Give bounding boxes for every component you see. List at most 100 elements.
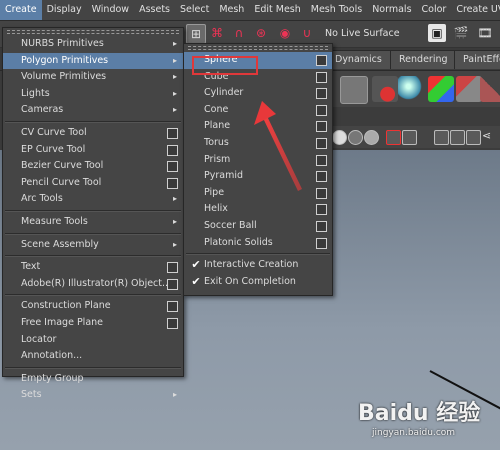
make-live-icon[interactable]: ∪ [298, 24, 316, 42]
menu-item-construction-plane[interactable]: Construction Plane [3, 298, 183, 315]
menu-mesh[interactable]: Mesh [214, 0, 249, 20]
spot-light-icon[interactable] [372, 76, 398, 102]
menu-item-nurbs-primitives[interactable]: NURBS Primitives ▸ [3, 36, 183, 53]
menu-item-empty-group[interactable]: Empty Group [3, 371, 183, 388]
option-box-icon[interactable] [167, 127, 178, 139]
menu-item-free-image-plane[interactable]: Free Image Plane [3, 315, 183, 332]
tearoff-bar[interactable] [7, 30, 179, 34]
paint-brush-icon[interactable] [456, 76, 482, 102]
shelf-tool-icon[interactable] [340, 76, 368, 104]
xray-icon[interactable] [402, 130, 417, 145]
tab-dynamics[interactable]: Dynamics [326, 50, 391, 69]
menu-item-cv-curve-tool[interactable]: CV Curve Tool [3, 125, 183, 142]
render-frame-icon[interactable]: 🎬 [452, 24, 470, 42]
menu-item-soccer-ball[interactable]: Soccer Ball [184, 218, 332, 235]
menu-item-label: Exit On Completion [204, 275, 296, 287]
menu-display[interactable]: Display [42, 0, 87, 20]
option-box-icon[interactable] [316, 71, 327, 83]
menu-create[interactable]: Create [0, 0, 42, 20]
submenu-arrow-icon: ▸ [172, 216, 177, 226]
ipr-render-icon[interactable]: 🎞 [476, 24, 494, 42]
menu-item-exit-on-completion[interactable]: ✔ Exit On Completion [184, 274, 332, 291]
paint-tool-icon[interactable] [480, 76, 500, 102]
tab-painteffects[interactable]: PaintEffe [454, 50, 500, 69]
menu-window[interactable]: Window [87, 0, 134, 20]
menu-item-label: Annotation... [21, 350, 83, 362]
menu-item-label: Scene Assembly [21, 238, 99, 250]
frame-all-icon[interactable] [434, 130, 449, 145]
menu-item-arc-tools[interactable]: Arc Tools ▸ [3, 191, 183, 208]
menu-item-ep-curve-tool[interactable]: EP Curve Tool [3, 142, 183, 159]
menu-item-label: Cameras [21, 104, 64, 116]
menu-item-locator[interactable]: Locator [3, 332, 183, 349]
option-box-icon[interactable] [167, 278, 178, 290]
option-box-icon[interactable] [316, 121, 327, 133]
watermark-url: jingyan.baidu.com [372, 428, 456, 438]
grid-icon[interactable] [450, 130, 465, 145]
menu-item-lights[interactable]: Lights ▸ [3, 86, 183, 103]
menu-edit-mesh[interactable]: Edit Mesh [249, 0, 305, 20]
menu-item-text[interactable]: Text [3, 259, 183, 276]
menu-item-volume-primitives[interactable]: Volume Primitives ▸ [3, 69, 183, 86]
option-box-icon[interactable] [316, 220, 327, 232]
option-box-icon[interactable] [316, 237, 327, 249]
menu-item-label: Pipe [204, 186, 225, 198]
snap-to-curve-icon[interactable]: ∩ [230, 24, 248, 42]
select-by-object-icon[interactable]: ⊞ [186, 24, 206, 44]
option-box-icon[interactable] [316, 171, 327, 183]
menu-item-polygon-primitives[interactable]: Polygon Primitives ▸ [3, 52, 183, 70]
option-box-icon[interactable] [316, 104, 327, 116]
option-box-icon[interactable] [167, 262, 178, 274]
option-box-icon[interactable] [167, 301, 178, 313]
menu-item-scene-assembly[interactable]: Scene Assembly ▸ [3, 237, 183, 254]
menu-item-label: Helix [204, 203, 228, 215]
option-box-icon[interactable] [316, 204, 327, 216]
option-box-icon[interactable] [167, 161, 178, 173]
menu-create-uvs[interactable]: Create UVs [451, 0, 500, 20]
menu-item-platonic-solids[interactable]: Platonic Solids [184, 235, 332, 252]
option-box-icon[interactable] [316, 137, 327, 149]
option-box-icon[interactable] [316, 88, 327, 100]
menu-item-cameras[interactable]: Cameras ▸ [3, 102, 183, 119]
menu-normals[interactable]: Normals [367, 0, 416, 20]
render-view-icon[interactable]: ▣ [428, 24, 446, 42]
option-box-icon[interactable] [167, 177, 178, 189]
snap-to-grid-icon[interactable]: ⌘ [208, 24, 226, 42]
option-box-icon[interactable] [167, 144, 178, 156]
shaded-display-icon[interactable] [348, 130, 363, 145]
sphere-display-icon[interactable] [332, 130, 347, 145]
tab-rendering[interactable]: Rendering [390, 50, 457, 69]
share-icon[interactable]: ⋖ [482, 130, 495, 143]
snap-to-point-icon[interactable]: ⊛ [252, 24, 270, 42]
color-cube-icon[interactable] [428, 76, 454, 102]
hud-icon[interactable] [466, 130, 481, 145]
menu-item-pencil-curve-tool[interactable]: Pencil Curve Tool [3, 175, 183, 192]
menu-item-label: NURBS Primitives [21, 38, 104, 49]
menu-item-interactive-creation[interactable]: ✔ Interactive Creation [184, 257, 332, 274]
menu-item-bezier-curve-tool[interactable]: Bezier Curve Tool [3, 158, 183, 175]
menu-item-annotation[interactable]: Annotation... [3, 348, 183, 365]
menu-mesh-tools[interactable]: Mesh Tools [306, 0, 367, 20]
isolate-select-icon[interactable] [386, 130, 401, 145]
option-box-icon[interactable] [316, 55, 327, 66]
option-box-icon[interactable] [316, 187, 327, 199]
menu-item-sets[interactable]: Sets ▸ [3, 387, 183, 404]
lighting-icon[interactable] [364, 130, 379, 145]
menu-color[interactable]: Color [417, 0, 452, 20]
menu-select[interactable]: Select [175, 0, 214, 20]
menu-assets[interactable]: Assets [134, 0, 175, 20]
live-surface-field[interactable]: No Live Surface [322, 26, 403, 41]
submenu-arrow-icon: ▸ [172, 72, 177, 82]
option-box-icon[interactable] [316, 154, 327, 166]
menu-item-label: Volume Primitives [21, 71, 107, 83]
menu-item-label: Sets [21, 389, 42, 401]
snap-to-view-plane-icon[interactable]: ◉ [276, 24, 294, 42]
submenu-arrow-icon: ▸ [172, 239, 177, 249]
menu-item-adobe-r-illustrator-r-object[interactable]: Adobe(R) Illustrator(R) Object... [3, 276, 183, 293]
menu-item-label: Platonic Solids [204, 236, 273, 248]
menu-item-measure-tools[interactable]: Measure Tools ▸ [3, 214, 183, 231]
option-box-icon[interactable] [167, 317, 178, 329]
tearoff-bar[interactable] [188, 46, 328, 50]
menu-item-helix[interactable]: Helix [184, 201, 332, 218]
sphere-shader-icon[interactable] [398, 76, 424, 102]
